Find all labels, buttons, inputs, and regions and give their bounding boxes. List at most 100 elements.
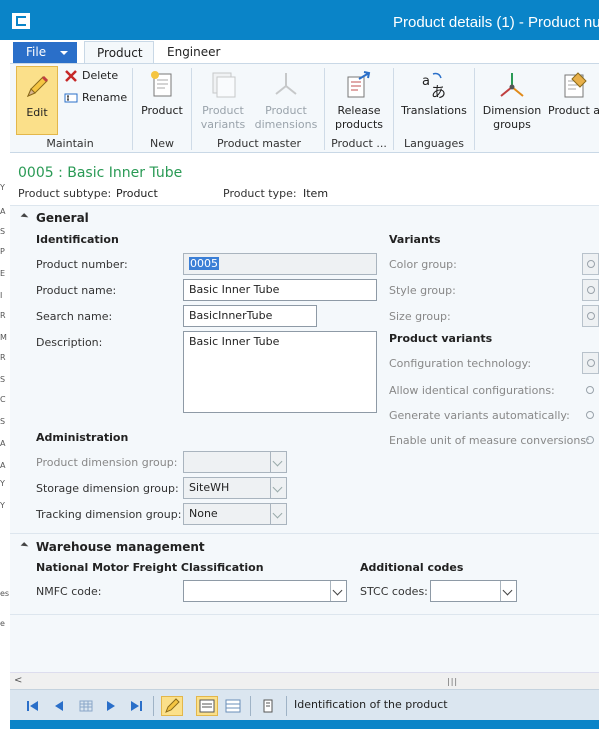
scrollbar-grip-icon[interactable]: ||| [447,677,458,686]
status-bar: Identification of the product [10,689,599,720]
storage-dimension-group-field[interactable]: SiteWH [183,477,287,499]
rename-button[interactable]: Rename [62,91,127,104]
generate-variants-checkbox[interactable] [584,409,597,422]
product-type-value: Item [303,187,329,200]
strip-char: M [0,333,7,342]
fasttabs-area: General Identification Product number: 0… [10,205,599,683]
strip-char: R [0,311,6,320]
enable-uom-conversions-checkbox[interactable] [584,434,597,447]
configuration-technology-field[interactable] [582,352,599,374]
chevron-down-icon[interactable] [270,504,286,524]
product-number-value: 0005 [189,257,219,270]
new-product-label: Product [141,104,183,117]
tab-engineer[interactable]: Engineer [155,41,235,63]
file-menu-button[interactable]: File [13,42,77,63]
edit-label: Edit [26,106,48,119]
tracking-dimension-group-field[interactable]: None [183,503,287,525]
grid-view-icon[interactable] [79,699,93,713]
release-products-icon [345,70,373,100]
identification-title: Identification [36,233,119,246]
edit-mode-icon[interactable] [161,696,183,716]
svg-text:a: a [422,74,430,89]
previous-record-icon[interactable] [52,699,66,713]
delete-label: Delete [82,69,119,82]
collapse-icon [20,213,29,221]
strip-char: I [0,291,3,300]
ribbon-separator [393,68,394,150]
translations-button[interactable]: aあ Translations [398,70,470,118]
delete-button[interactable]: Delete [62,69,118,82]
allow-identical-configurations-label: Allow identical configurations: [389,384,555,397]
new-document-icon [149,70,175,100]
administration-title: Administration [36,431,129,444]
product-attributes-icon [562,70,590,100]
group-label-product: Product ... [331,137,387,150]
last-record-icon[interactable] [129,699,143,713]
attachment-icon[interactable] [261,699,275,713]
strip-char: C [0,395,6,404]
product-name-field[interactable]: Basic Inner Tube [183,279,377,301]
style-group-field[interactable] [582,279,599,301]
size-group-label: Size group: [389,310,451,323]
product-attributes-label: Product attributes [548,104,599,117]
form-content: 0005 : Basic Inner Tube Product subtype:… [10,153,599,683]
release-products-button[interactable]: Release products [328,70,390,132]
list-view-icon[interactable] [225,699,241,713]
dimension-groups-label: Dimension groups [482,104,542,131]
nmfc-code-field[interactable] [183,580,347,602]
background-window-strip: Y A S P E I R M R S C S A A Y Y es e [0,40,10,729]
scroll-left-icon[interactable]: < [14,675,22,686]
product-variants-title: Product variants [389,332,493,345]
search-name-field[interactable]: BasicInnerTube [183,305,317,327]
strip-char: Y [0,183,5,192]
generate-variants-label: Generate variants automatically: [389,409,570,422]
product-dimensions-button[interactable]: Product dimensions [253,70,319,132]
pencil-icon [22,72,52,102]
edit-button[interactable]: Edit [16,66,58,135]
warehouse-section-header[interactable]: Warehouse management [20,540,205,554]
chevron-down-icon [60,51,68,55]
chevron-down-icon[interactable] [270,478,286,498]
strip-char: R [0,353,6,362]
product-attributes-button[interactable]: Product attributes [548,70,599,118]
allow-identical-configurations-checkbox[interactable] [584,384,597,397]
description-field[interactable]: Basic Inner Tube [183,331,377,413]
new-product-button[interactable]: Product [136,70,188,118]
variants-title: Variants [389,233,441,246]
strip-char: P [0,247,5,256]
ribbon-tab-row: File Product Engineer [10,40,599,63]
tab-product[interactable]: Product [84,41,154,63]
file-menu-label: File [26,45,47,59]
window-title: Product details (1) - Product nu [393,14,599,31]
style-group-label: Style group: [389,284,456,297]
rename-icon [64,91,78,105]
dimension-groups-button[interactable]: Dimension groups [480,70,544,132]
warehouse-section-title: Warehouse management [36,540,205,554]
tracking-dimension-group-value: None [189,507,218,520]
product-number-field[interactable]: 0005 [183,253,377,275]
chevron-down-icon[interactable] [500,581,516,601]
horizontal-scrollbar[interactable]: < ||| [10,672,599,689]
details-view-icon[interactable] [196,696,218,716]
color-group-label: Color group: [389,258,457,271]
dimension-groups-icon [497,70,527,100]
delete-icon [64,69,78,83]
chevron-down-icon[interactable] [330,581,346,601]
app-icon[interactable] [12,13,30,29]
ribbon-separator [191,68,192,150]
product-dimension-group-field[interactable] [183,451,287,473]
general-section-header[interactable]: General [20,211,89,225]
product-variants-button[interactable]: Product variants [196,70,250,132]
size-group-field[interactable] [582,305,599,327]
nmfc-title: National Motor Freight Classification [36,561,264,574]
first-record-icon[interactable] [26,699,40,713]
stcc-codes-field[interactable] [430,580,517,602]
rename-label: Rename [82,91,128,104]
color-group-field[interactable] [582,253,599,275]
search-name-label: Search name: [36,310,113,323]
ribbon-separator [132,68,133,150]
chevron-down-icon[interactable] [270,452,286,472]
strip-char: Y [0,479,5,488]
next-record-icon[interactable] [104,699,118,713]
strip-char: A [0,207,6,216]
